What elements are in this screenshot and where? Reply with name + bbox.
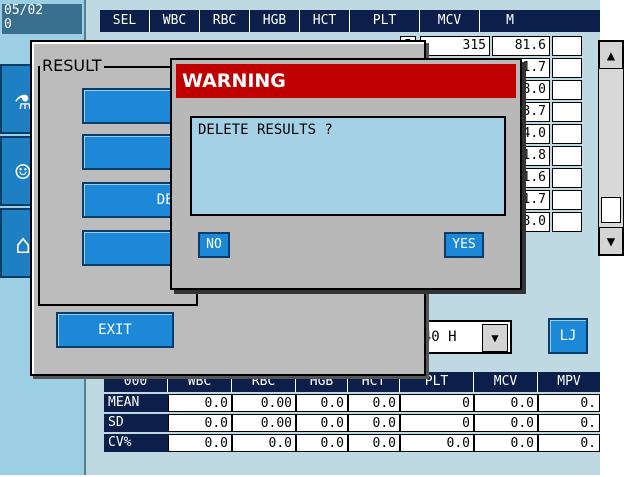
home-icon: ⌂ bbox=[15, 230, 31, 260]
yes-button[interactable]: YES bbox=[444, 232, 484, 258]
warning-title: WARNING bbox=[176, 64, 516, 98]
qc-col-mcv: MCV bbox=[474, 372, 538, 392]
no-button[interactable]: NO bbox=[198, 232, 230, 258]
date-text: 05/02 bbox=[4, 3, 44, 18]
qc-cell: 0.0 bbox=[296, 434, 348, 452]
qc-cell: 0.0 bbox=[400, 434, 474, 452]
warning-message-box: DELETE RESULTS ? bbox=[190, 116, 506, 216]
scroll-up-button[interactable]: ▲ bbox=[599, 41, 623, 69]
qc-cell: 0.0 bbox=[348, 414, 400, 432]
results-scrollbar[interactable]: ▲ ▼ bbox=[598, 40, 624, 256]
col-hgb: HGB bbox=[250, 10, 300, 32]
cell-m-r2 bbox=[552, 58, 582, 78]
cell-m-r7 bbox=[552, 168, 582, 188]
scroll-thumb[interactable] bbox=[601, 197, 621, 223]
qc-cell: 0. bbox=[538, 414, 600, 432]
qc-cell: 0.0 bbox=[168, 414, 232, 432]
col-hct: HCT bbox=[300, 10, 350, 32]
qc-cell: 0. bbox=[538, 394, 600, 412]
qc-cell: 0. bbox=[538, 434, 600, 452]
exit-button[interactable]: EXIT bbox=[56, 312, 174, 348]
qc-cell: 0.00 bbox=[232, 414, 296, 432]
col-plt: PLT bbox=[350, 10, 420, 32]
col-m: M bbox=[506, 13, 514, 28]
warning-dialog: WARNING DELETE RESULTS ? NO YES bbox=[170, 58, 522, 290]
qc-row-label-cv: CV% bbox=[104, 434, 168, 452]
tube-icon: ⚗ bbox=[15, 86, 31, 116]
scroll-down-button[interactable]: ▼ bbox=[599, 227, 623, 255]
cell-m-r8 bbox=[552, 190, 582, 210]
chevron-down-icon[interactable]: ▼ bbox=[482, 324, 508, 352]
qc-cell: 0.0 bbox=[232, 434, 296, 452]
cell-m-r4 bbox=[552, 102, 582, 122]
qc-cell: 0.0 bbox=[348, 434, 400, 452]
arrow-down-icon: ▼ bbox=[606, 234, 616, 250]
col-mcv: MCV bbox=[420, 10, 480, 32]
date-display: 05/02 0 bbox=[2, 4, 82, 34]
lj-button[interactable]: LJ bbox=[548, 318, 588, 354]
col-sel[interactable]: SEL bbox=[100, 10, 150, 32]
col-rbc: RBC bbox=[200, 10, 250, 32]
qc-row-label-sd: SD bbox=[104, 414, 168, 432]
qc-cell: 0.0 bbox=[474, 394, 538, 412]
cell-m-r1 bbox=[552, 36, 582, 56]
qc-cell: 0.0 bbox=[296, 414, 348, 432]
cell-m-r5 bbox=[552, 124, 582, 144]
arrow-up-icon: ▲ bbox=[606, 48, 616, 64]
date-text-line2: 0 bbox=[4, 17, 12, 32]
qc-cell: 0.0 bbox=[474, 414, 538, 432]
qc-cell: 0.0 bbox=[168, 434, 232, 452]
cell-m-r6 bbox=[552, 146, 582, 166]
qc-col-mpv: MPV bbox=[557, 374, 581, 389]
cell-m-r9 bbox=[552, 212, 582, 232]
results-header: SEL WBC RBC HGB HCT PLT MCV M bbox=[100, 10, 600, 32]
face-icon: ☺ bbox=[15, 158, 31, 188]
cell-m-r3 bbox=[552, 80, 582, 100]
qc-row-label-mean: MEAN bbox=[104, 394, 168, 412]
qc-cell: 0 bbox=[400, 414, 474, 432]
col-wbc: WBC bbox=[150, 10, 200, 32]
result-dialog-title: RESULT bbox=[40, 56, 104, 75]
qc-cell: 0.0 bbox=[296, 394, 348, 412]
qc-cell: 0.00 bbox=[232, 394, 296, 412]
qc-cell: 0.0 bbox=[348, 394, 400, 412]
cell-plt-r1: 315 bbox=[420, 36, 490, 56]
qc-cell: 0.0 bbox=[168, 394, 232, 412]
qc-cell: 0.0 bbox=[474, 434, 538, 452]
warning-message: DELETE RESULTS ? bbox=[198, 122, 333, 138]
cell-mcv-r1: 81.6 bbox=[492, 36, 550, 56]
qc-cell: 0 bbox=[400, 394, 474, 412]
